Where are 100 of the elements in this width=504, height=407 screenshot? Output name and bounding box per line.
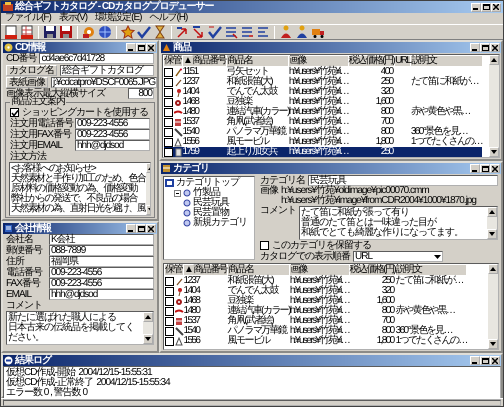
globe-icon[interactable]: [98, 25, 112, 39]
vertical-scrollbar[interactable]: [489, 55, 499, 157]
order-dropdown[interactable]: URL: [353, 251, 443, 262]
table-row[interactable]: 1468 豆独楽 h:¥users¥竹苑¥i… 1,600: [164, 97, 482, 107]
input-field[interactable]: 800: [128, 88, 154, 99]
table-row[interactable]: 1540 パノラマ万華鏡 h:¥users¥竹苑¥i… 800 360°景色を見…: [164, 127, 482, 137]
checkbox[interactable]: [164, 316, 174, 326]
checkbox[interactable]: [164, 148, 172, 156]
maximize-button[interactable]: [480, 356, 490, 365]
checkbox[interactable]: [164, 98, 172, 106]
table-row[interactable]: 1237 和紙張笛(大) h:¥users¥竹苑¥i… 250 たて笛に和紙が…: [164, 276, 467, 286]
checkbox[interactable]: [260, 241, 269, 250]
tree-item[interactable]: 民芸置物: [193, 208, 229, 218]
column-header[interactable]: 保管: [164, 264, 184, 276]
field-button[interactable]: 表紙画像: [6, 76, 48, 88]
input-field[interactable]: hhh@djdsod: [49, 289, 154, 300]
minimize-button[interactable]: [470, 164, 480, 173]
table-row[interactable]: 1540 パノラマ万華鏡 h:¥users¥竹苑¥i… 800 360°景色を見…: [164, 326, 467, 336]
checkbox-label[interactable]: このカテゴリを保留する: [272, 240, 371, 250]
list-icon[interactable]: [256, 25, 270, 39]
close-button[interactable]: [146, 224, 156, 233]
close-button[interactable]: [490, 43, 500, 52]
column-header[interactable]: 税込価格(円): [348, 56, 395, 66]
checkbox[interactable]: [164, 68, 172, 76]
floppy-icon[interactable]: [43, 25, 57, 39]
close-button[interactable]: [146, 43, 156, 52]
minimize-button[interactable]: [126, 43, 136, 52]
table-row[interactable]: 1556 風モービル h:¥users¥竹苑¥i… 1,800 1つでたくさんの…: [164, 336, 467, 346]
grid-icon[interactable]: [20, 25, 34, 39]
scroll-up-button[interactable]: [487, 207, 497, 217]
arrow-icon[interactable]: [192, 25, 206, 39]
table-row[interactable]: 1404 でんでん太鼓 h:¥users¥竹苑¥i… 320: [164, 87, 482, 97]
close-button[interactable]: [490, 164, 500, 173]
maximize-button[interactable]: [136, 224, 146, 233]
close-button[interactable]: [490, 356, 500, 365]
maximize-button[interactable]: [480, 43, 490, 52]
input-field[interactable]: 民芸玩具: [308, 175, 498, 186]
table-row[interactable]: 1537 角凧(武者絵) h:¥users¥竹苑¥i… 700: [164, 117, 482, 127]
input-field[interactable]: cd4ae6c7d41728: [39, 53, 154, 64]
menu-item[interactable]: ヘルプ(H): [149, 13, 188, 24]
table-row[interactable]: 1237 和紙張笛(大) h:¥users¥竹苑¥i… 250 たて笛に和紙が…: [164, 77, 482, 87]
checkbox[interactable]: [164, 88, 172, 96]
column-header[interactable]: URL: [394, 56, 411, 66]
menu-item[interactable]: 環境設定(E): [95, 13, 142, 24]
maximize-button[interactable]: [480, 164, 490, 173]
scroll-down-button[interactable]: [143, 334, 153, 344]
scroll-down-button[interactable]: [488, 339, 498, 349]
figure-icon[interactable]: [295, 25, 309, 39]
table-row[interactable]: 1468 豆独楽 h:¥users¥竹苑¥i… 1,600: [164, 296, 467, 306]
scroll-up-button[interactable]: [143, 312, 153, 322]
list-icon[interactable]: [240, 25, 254, 39]
maximize-button[interactable]: [481, 2, 491, 12]
vertical-scrollbar[interactable]: [487, 207, 497, 239]
minimize-button[interactable]: [471, 2, 481, 12]
checkbox[interactable]: [10, 108, 19, 117]
menu-item[interactable]: 表示(V): [58, 13, 88, 24]
checkmark-icon[interactable]: [208, 25, 222, 39]
input-field[interactable]: K会社: [49, 234, 154, 245]
list-icon[interactable]: [224, 25, 238, 39]
tree-item[interactable]: 竹製品: [193, 188, 220, 198]
scroll-up-button[interactable]: [489, 55, 499, 65]
input-field[interactable]: j:¥cdcatpro¥DSCF0065.JPG: [51, 76, 158, 88]
table-row[interactable]: 1151 弓矢セット h:¥users¥竹苑¥i… 400: [164, 66, 482, 77]
minimize-button[interactable]: [470, 356, 480, 365]
table-row[interactable]: 1480 連結汽車(カラー)h:¥users¥竹苑¥i… 800 赤や黄色や黒…: [164, 306, 467, 316]
checkbox[interactable]: [164, 118, 172, 126]
input-field[interactable]: hhh@djdsod: [75, 140, 150, 151]
vertical-scrollbar[interactable]: [488, 264, 498, 349]
input-field[interactable]: 009-223-4556: [75, 129, 150, 140]
menu-item[interactable]: ファイル(F): [5, 13, 51, 24]
table-row[interactable]: 1556 風モービル h:¥users¥竹苑¥i… 1,800 1つでたくさんの…: [164, 137, 482, 147]
input-field[interactable]: 009-223-4556: [75, 118, 150, 129]
tree-item[interactable]: 新規カテゴリ: [193, 218, 247, 228]
input-field[interactable]: 009-223-4556: [49, 278, 154, 289]
input-field[interactable]: 088-7899: [49, 245, 154, 256]
star-icon[interactable]: [121, 25, 135, 39]
checkbox[interactable]: [164, 336, 174, 346]
table-row[interactable]: 1404 でんでん太鼓 h:¥users¥竹苑¥i… 320: [164, 286, 467, 296]
dropdown-arrow-icon[interactable]: [434, 254, 441, 258]
collapse-button[interactable]: [174, 190, 181, 196]
column-header[interactable]: 保管: [164, 56, 182, 66]
scroll-up-button[interactable]: [488, 264, 498, 274]
arrow-icon[interactable]: [176, 25, 190, 39]
checkbox[interactable]: [164, 78, 172, 86]
table-row[interactable]: 1537 角凧(武者絵) h:¥users¥竹苑¥i… 700: [164, 316, 467, 326]
checkbox[interactable]: [164, 108, 172, 116]
scroll-down-button[interactable]: [489, 147, 499, 157]
checkmark-icon[interactable]: [137, 25, 151, 39]
column-header[interactable]: 画像: [290, 264, 350, 276]
checkbox[interactable]: [164, 286, 174, 296]
scroll-down-button[interactable]: [487, 229, 497, 239]
input-field[interactable]: 福岡県: [49, 256, 154, 267]
floppy-icon[interactable]: [59, 25, 73, 39]
tree-item[interactable]: 民芸玩具: [193, 198, 229, 208]
maximize-button[interactable]: [136, 43, 146, 52]
checkbox[interactable]: [164, 276, 174, 286]
vertical-scrollbar[interactable]: [143, 312, 153, 344]
input-field[interactable]: 総合ギフトカタログ: [60, 64, 154, 76]
minimize-button[interactable]: [470, 43, 480, 52]
column-header[interactable]: 税込価格(円): [349, 264, 396, 276]
